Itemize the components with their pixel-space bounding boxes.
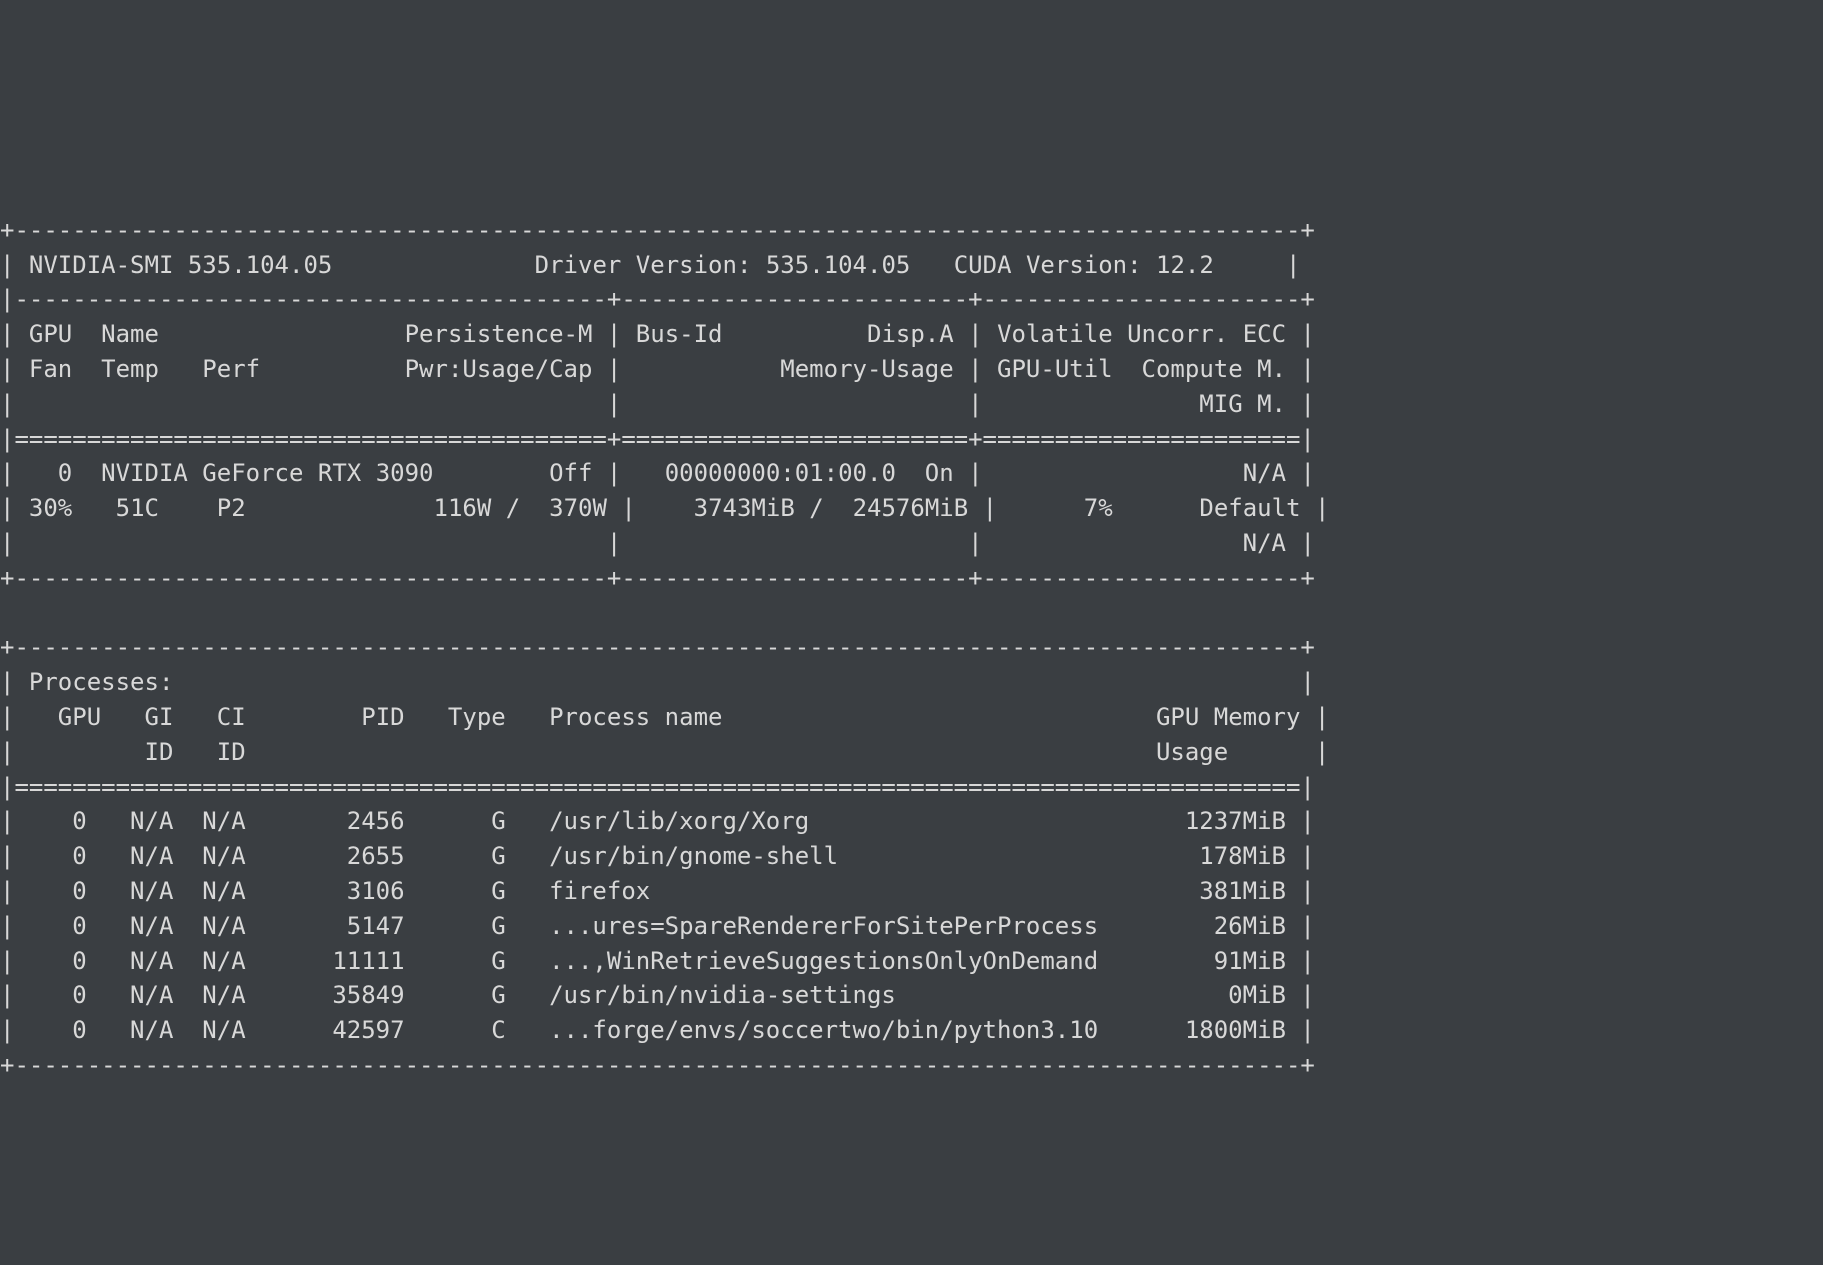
gpu-mig-mode: N/A	[1243, 529, 1286, 557]
version-line: | NVIDIA-SMI 535.104.05 Driver Version: …	[0, 251, 1301, 279]
cuda-label: CUDA Version:	[954, 251, 1142, 279]
gpu-temp: 51C	[116, 494, 159, 522]
blank-line	[0, 599, 1315, 627]
driver-version: 535.104.05	[766, 251, 911, 279]
gpu-mem-used: 3743MiB	[694, 494, 795, 522]
proc-title: Processes:	[29, 668, 174, 696]
proc-title-line: | Processes: |	[0, 668, 1315, 696]
gpu-index: 0	[58, 459, 72, 487]
proc-rows: | 0 N/A N/A 2456 G /usr/lib/xorg/Xorg 12…	[0, 807, 1315, 1044]
rule-proc-top: +---------------------------------------…	[0, 633, 1315, 661]
gpu-bus-id: 00000000:01:00.0	[665, 459, 896, 487]
gpu-persistence: Off	[549, 459, 592, 487]
rule-gpu-bottom: +---------------------------------------…	[0, 564, 1315, 592]
smi-label: NVIDIA-SMI	[29, 251, 174, 279]
rule-proc-double: |=======================================…	[0, 773, 1315, 801]
gpu-row-line-1: | 0 NVIDIA GeForce RTX 3090 Off | 000000…	[0, 459, 1315, 487]
cuda-version: 12.2	[1156, 251, 1214, 279]
gpu-name: NVIDIA GeForce RTX 3090	[101, 459, 433, 487]
rule-header-sep: |---------------------------------------…	[0, 285, 1315, 313]
gpu-pwr-usage: 116W	[434, 494, 492, 522]
driver-label: Driver Version:	[535, 251, 752, 279]
gpu-mem-total: 24576MiB	[853, 494, 969, 522]
gpu-disp-a: On	[925, 459, 954, 487]
gpu-ecc: N/A	[1243, 459, 1286, 487]
gpu-perf: P2	[217, 494, 246, 522]
rule-top: +---------------------------------------…	[0, 216, 1315, 244]
col-header-line-1: | GPU Name Persistence-M | Bus-Id Disp.A…	[0, 320, 1315, 348]
gpu-fan: 30%	[29, 494, 72, 522]
gpu-util: 7%	[1084, 494, 1113, 522]
gpu-compute-mode: Default	[1199, 494, 1300, 522]
rule-double: |=======================================…	[0, 425, 1315, 453]
gpu-pwr-cap: 370W	[549, 494, 607, 522]
col-header-line-3: | | | MIG M. |	[0, 390, 1315, 418]
col-header-line-2: | Fan Temp Perf Pwr:Usage/Cap | Memory-U…	[0, 355, 1315, 383]
rule-proc-bottom: +---------------------------------------…	[0, 1051, 1315, 1079]
proc-header-line-1: | GPU GI CI PID Type Process name GPU Me…	[0, 703, 1329, 731]
gpu-row-line-2: | 30% 51C P2 116W / 370W | 3743MiB / 245…	[0, 494, 1329, 522]
gpu-row-line-3: | | | N/A |	[0, 529, 1315, 557]
terminal-output: +---------------------------------------…	[0, 174, 1823, 1091]
smi-version: 535.104.05	[188, 251, 333, 279]
proc-header-line-2: | ID ID Usage |	[0, 738, 1329, 766]
